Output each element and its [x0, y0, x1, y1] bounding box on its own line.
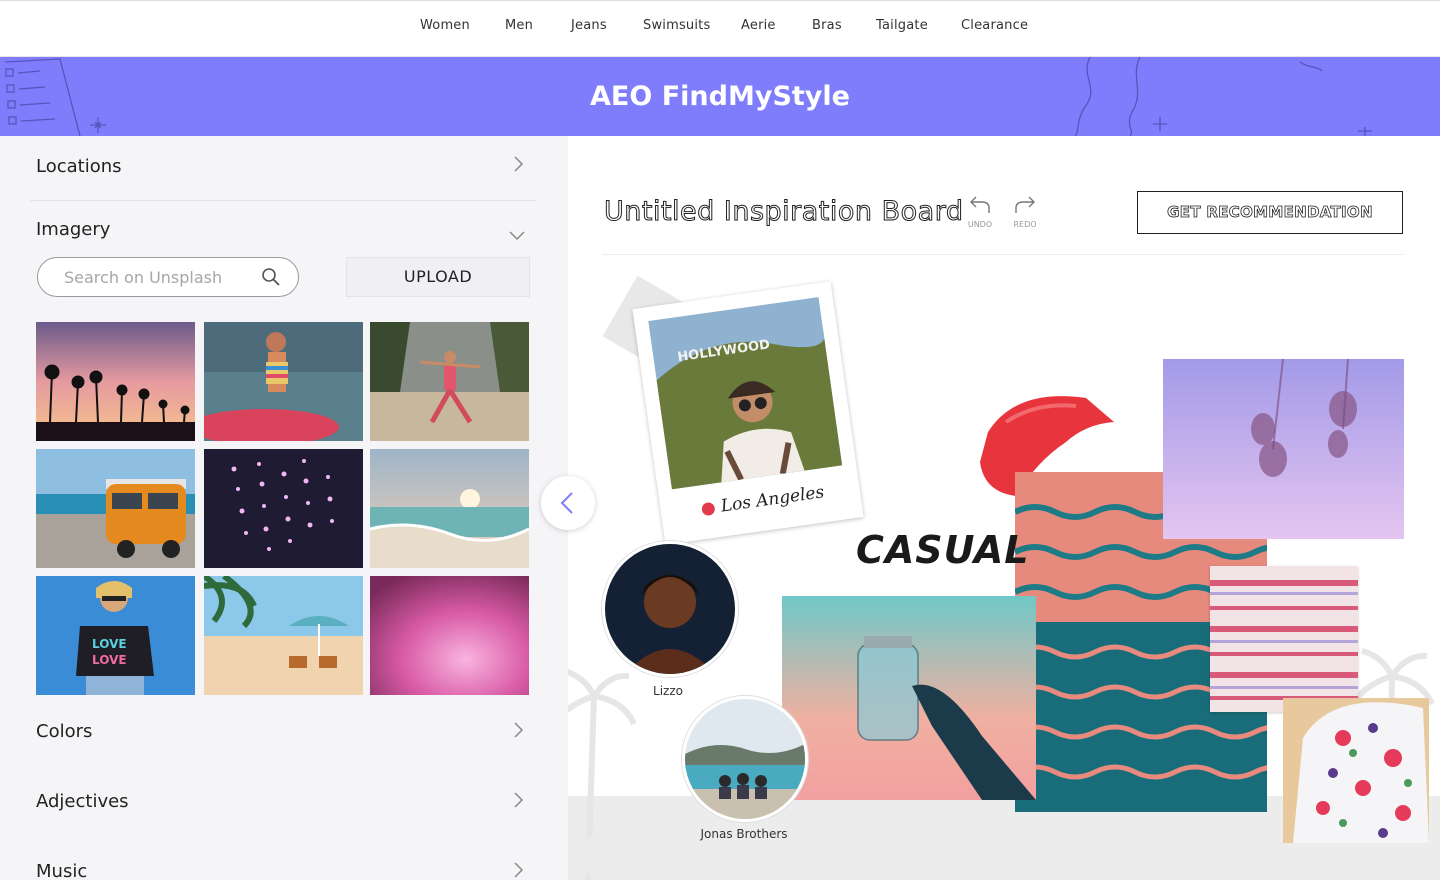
style-sidebar: Locations Imagery UPLOAD	[0, 136, 568, 880]
search-input[interactable]	[64, 267, 254, 287]
top-nav: Women Men Jeans Swimsuits Aerie Bras Tai…	[0, 0, 1440, 57]
chevron-right-icon[interactable]	[511, 792, 527, 808]
nav-tailgate[interactable]: Tailgate	[876, 18, 928, 33]
svg-text:LOVE: LOVE	[92, 637, 127, 651]
artist-lizzo-label: Lizzo	[653, 684, 683, 698]
chevron-right-icon[interactable]	[511, 156, 527, 172]
mason-jar-image[interactable]	[782, 596, 1036, 800]
thumb-orange-van[interactable]	[36, 449, 195, 568]
upload-button[interactable]: UPLOAD	[346, 257, 530, 297]
undo-button[interactable]: UNDO	[960, 194, 1000, 229]
thumb-beach-yoga[interactable]	[370, 322, 529, 441]
thumb-pink-clouds[interactable]	[370, 576, 529, 695]
unsplash-search	[37, 257, 299, 297]
artist-jonas-brothers-avatar[interactable]	[682, 696, 808, 822]
nav-jeans[interactable]: Jeans	[571, 18, 607, 33]
chevron-down-icon[interactable]	[509, 228, 525, 244]
search-icon[interactable]	[261, 267, 281, 287]
nav-swimsuits[interactable]: Swimsuits	[643, 18, 710, 33]
colors-header[interactable]: Colors	[36, 721, 92, 742]
chevron-left-icon	[560, 492, 573, 514]
thumb-woman-paddleboard[interactable]	[204, 322, 363, 441]
artist-lizzo-avatar[interactable]	[602, 541, 738, 677]
redo-button[interactable]: REDO	[1005, 194, 1045, 229]
music-header[interactable]: Music	[36, 861, 87, 880]
polaroid-caption: Los Angeles	[719, 482, 826, 517]
nav-women[interactable]: Women	[420, 18, 470, 33]
thumb-palm-sunset[interactable]	[36, 322, 195, 441]
floral-fabric-image[interactable]	[1283, 698, 1429, 843]
artist-jonas-brothers-label: Jonas Brothers	[700, 827, 788, 841]
polaroid-photo[interactable]: HOLLYWOOD ● Los Angeles	[632, 281, 864, 545]
casual-sticker[interactable]: CASUAL	[856, 528, 1029, 572]
nav-clearance[interactable]: Clearance	[961, 18, 1028, 33]
nav-bras[interactable]: Bras	[812, 18, 842, 33]
undo-icon	[970, 196, 990, 213]
imagery-header[interactable]: Imagery	[36, 219, 110, 240]
undo-label: UNDO	[967, 220, 993, 229]
svg-text:LOVE: LOVE	[92, 653, 127, 667]
app-banner: AEO FindMyStyle	[0, 57, 1440, 136]
location-pin-icon: ●	[699, 497, 718, 520]
nav-men[interactable]: Men	[505, 18, 533, 33]
nav-aerie[interactable]: Aerie	[741, 18, 776, 33]
adjectives-header[interactable]: Adjectives	[36, 791, 129, 812]
thumb-ocean-sunset[interactable]	[370, 449, 529, 568]
board-title[interactable]: Untitled Inspiration Board	[603, 196, 963, 228]
chevron-right-icon[interactable]	[511, 722, 527, 738]
inspiration-board: Untitled Inspiration Board UNDO REDO GET…	[568, 136, 1440, 880]
get-recommendation-button[interactable]: GET RECOMMENDATION	[1137, 191, 1403, 234]
thumb-fairy-lights[interactable]	[204, 449, 363, 568]
redo-icon	[1015, 196, 1035, 213]
collapse-sidebar-button[interactable]	[541, 476, 595, 530]
divider	[30, 200, 536, 201]
lavender-blossom-image[interactable]	[1163, 359, 1404, 539]
app-title: AEO FindMyStyle	[590, 81, 850, 112]
locations-header[interactable]: Locations	[36, 156, 122, 177]
thumb-woman-love-tee[interactable]: LOVE LOVE	[36, 576, 195, 695]
striped-fabric-image[interactable]	[1210, 566, 1358, 712]
redo-label: REDO	[1013, 220, 1037, 229]
thumb-beach-umbrella[interactable]	[204, 576, 363, 695]
chevron-right-icon[interactable]	[511, 862, 527, 878]
hollywood-photo: HOLLYWOOD	[648, 297, 843, 490]
board-divider	[602, 254, 1404, 255]
